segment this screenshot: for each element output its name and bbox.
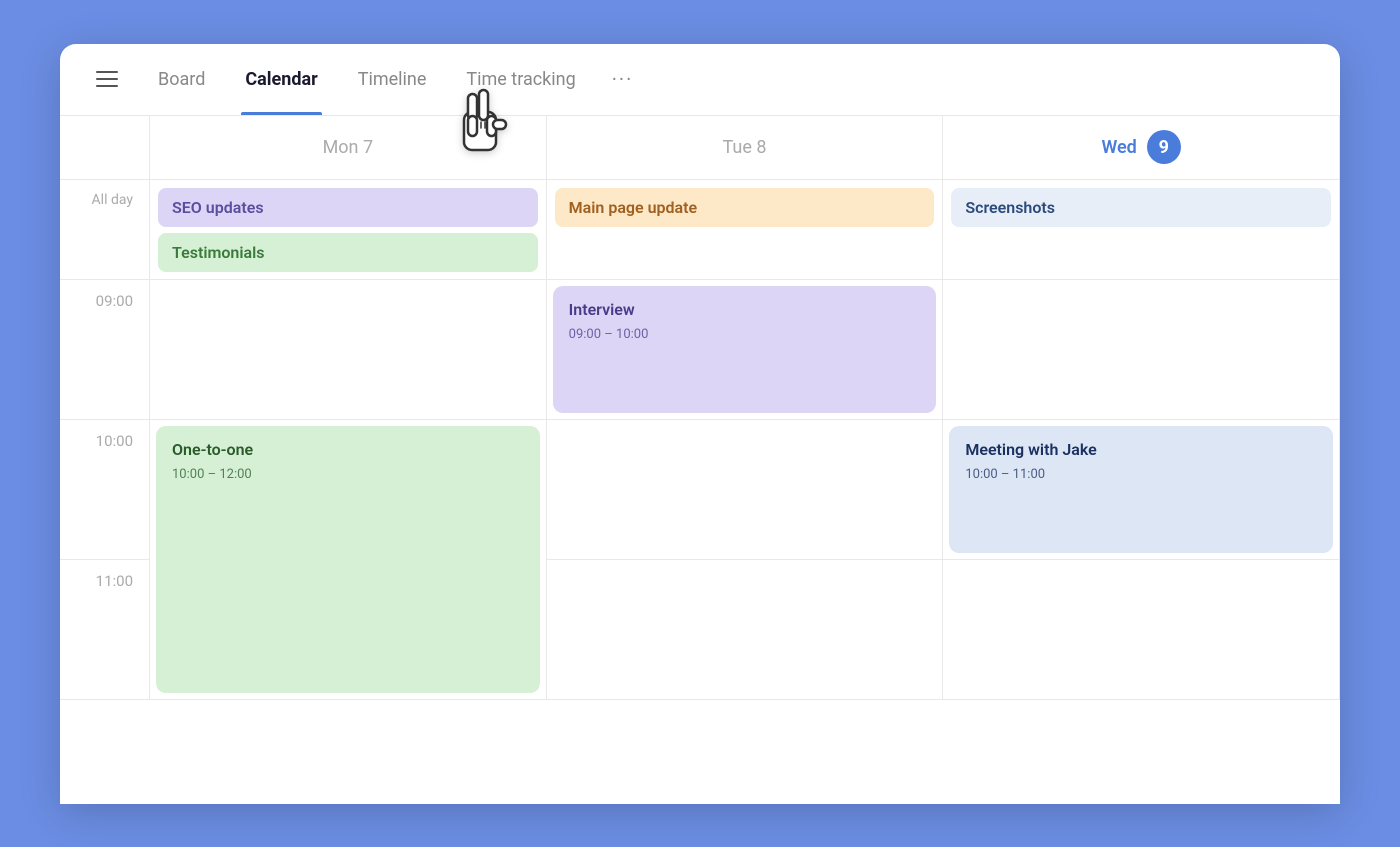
grid-cell-mon-10: One-to-one 10:00 – 12:00 [150, 420, 547, 700]
tab-calendar[interactable]: Calendar [241, 44, 321, 116]
day-header-tue: Tue 8 [547, 116, 944, 180]
time-label-10: 10:00 [60, 420, 150, 560]
event-screenshots[interactable]: Screenshots [951, 188, 1331, 227]
main-window: Board Calendar Timeline Time tracking ··… [60, 44, 1340, 804]
time-label-09: 09:00 [60, 280, 150, 420]
grid-cell-wed-09 [943, 280, 1340, 420]
grid-cell-tue-11 [547, 560, 944, 700]
allday-label: All day [60, 180, 150, 280]
hamburger-menu[interactable] [92, 67, 122, 91]
tab-board[interactable]: Board [154, 44, 209, 116]
calendar-grid: Mon 7 Tue 8 Wed 9 All day SEO updates Te… [60, 116, 1340, 700]
tab-timeline[interactable]: Timeline [354, 44, 431, 116]
today-badge: 9 [1147, 130, 1181, 164]
event-main-page-update[interactable]: Main page update [555, 188, 935, 227]
allday-cell-tue: Main page update [547, 180, 944, 280]
allday-cell-wed: Screenshots [943, 180, 1340, 280]
more-options-button[interactable]: ··· [612, 67, 634, 91]
day-header-mon: Mon 7 [150, 116, 547, 180]
allday-cell-mon: SEO updates Testimonials [150, 180, 547, 280]
grid-cell-wed-10: Meeting with Jake 10:00 – 11:00 [943, 420, 1340, 560]
nav-bar: Board Calendar Timeline Time tracking ··… [60, 44, 1340, 116]
event-testimonials[interactable]: Testimonials [158, 233, 538, 272]
tab-time-tracking[interactable]: Time tracking [462, 44, 579, 116]
event-meeting-jake[interactable]: Meeting with Jake 10:00 – 11:00 [949, 426, 1333, 553]
grid-cell-wed-11 [943, 560, 1340, 700]
grid-cell-mon-09 [150, 280, 547, 420]
time-col-header [60, 116, 150, 180]
time-label-11: 11:00 [60, 560, 150, 700]
grid-cell-tue-10 [547, 420, 944, 560]
event-one-to-one[interactable]: One-to-one 10:00 – 12:00 [156, 426, 540, 693]
event-seo-updates[interactable]: SEO updates [158, 188, 538, 227]
day-header-wed: Wed 9 [943, 116, 1340, 180]
event-interview[interactable]: Interview 09:00 – 10:00 [553, 286, 937, 413]
grid-cell-tue-09: Interview 09:00 – 10:00 [547, 280, 944, 420]
